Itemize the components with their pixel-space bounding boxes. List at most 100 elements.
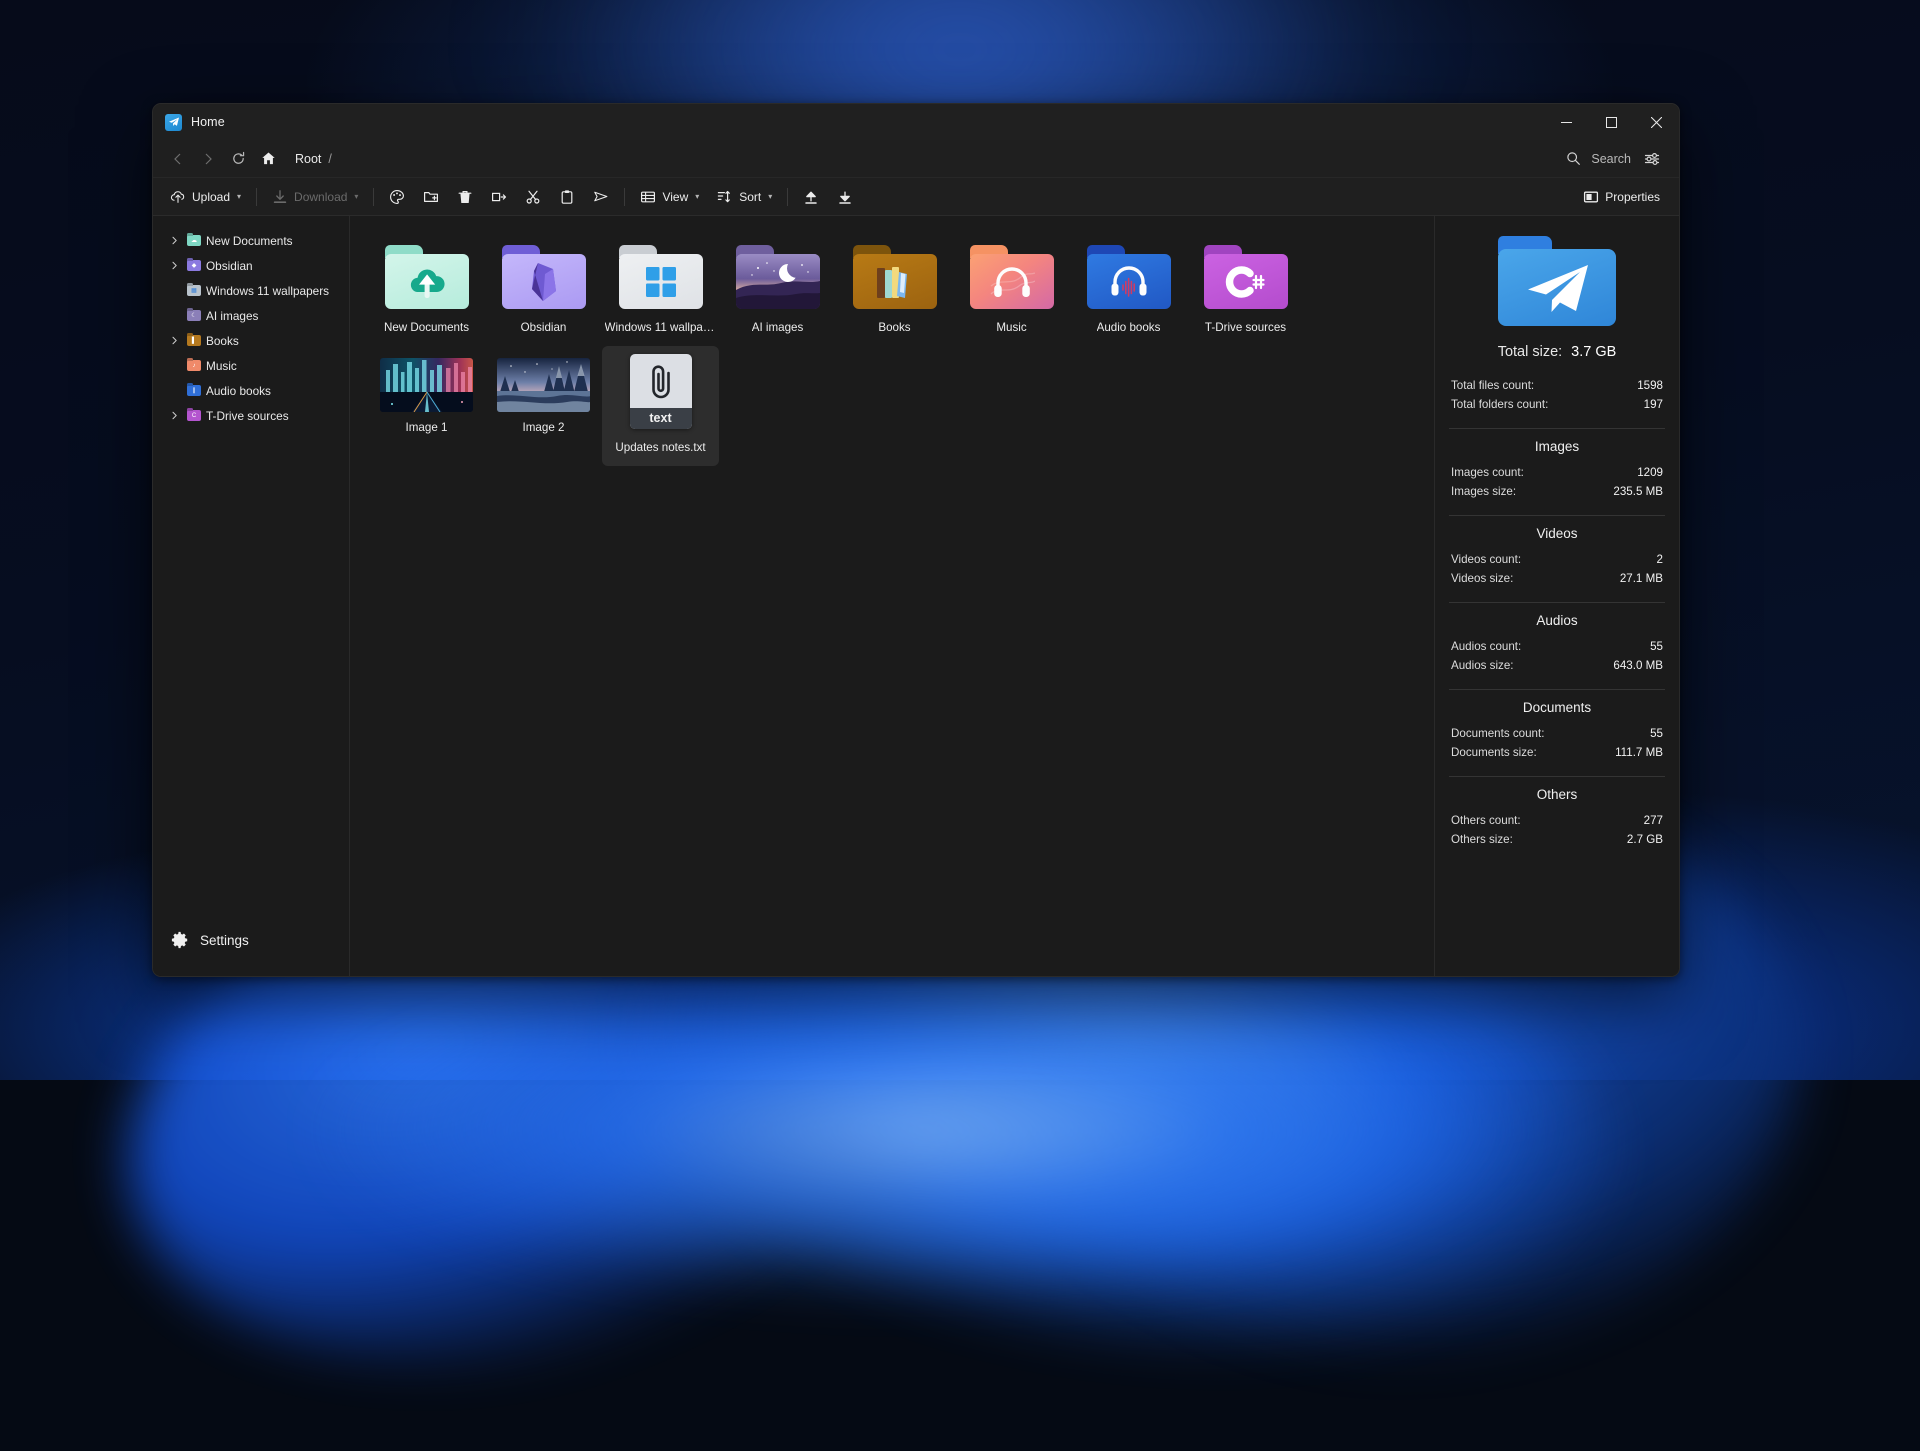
sidebar-item-t-drive-sources[interactable]: C T-Drive sources (159, 403, 343, 428)
breadcrumb-root[interactable]: Root (295, 152, 321, 166)
file-item-image-2[interactable]: Image 2 (485, 346, 602, 446)
section-title: Documents (1449, 700, 1665, 715)
home-button[interactable] (253, 145, 283, 173)
property-key: Images size: (1451, 485, 1516, 498)
file-label: T-Drive sources (1205, 321, 1286, 334)
folder-mini-icon: ▌ (187, 335, 201, 346)
send-button[interactable] (584, 183, 618, 211)
palette-button[interactable] (380, 183, 414, 211)
delete-icon (457, 189, 473, 205)
search-input[interactable]: Search (1591, 152, 1631, 166)
close-button[interactable] (1634, 104, 1679, 140)
sort-button[interactable]: Sort ▾ (708, 183, 781, 211)
divider (1449, 602, 1665, 603)
property-row: Videos size: 27.1 MB (1449, 569, 1665, 588)
refresh-button[interactable] (223, 145, 253, 173)
new-folder-button[interactable] (414, 183, 448, 211)
maximize-button[interactable] (1589, 104, 1634, 140)
mini-glyph: ∥ (193, 388, 196, 394)
sidebar-item-label: Obsidian (206, 259, 253, 273)
sidebar-item-label: New Documents (206, 234, 293, 248)
send-icon (593, 189, 609, 205)
property-key: Total files count: (1451, 379, 1534, 392)
download-arrow-button[interactable] (828, 183, 862, 211)
file-thumbnail (1082, 242, 1175, 312)
view-button[interactable]: View ▾ (631, 183, 708, 211)
search-box[interactable]: Search (1566, 151, 1631, 166)
property-value: 277 (1644, 814, 1663, 827)
headphones-art (970, 254, 1054, 309)
file-item-updates-notes[interactable]: text Updates notes.txt (602, 346, 719, 466)
cut-icon (525, 189, 541, 205)
rename-button[interactable] (482, 183, 516, 211)
filter-sliders-icon[interactable] (1637, 145, 1667, 173)
property-value: 1598 (1637, 379, 1663, 392)
properties-button[interactable]: Properties (1574, 183, 1669, 211)
folder-face (1204, 254, 1288, 309)
file-item-image-1[interactable]: Image 1 (368, 346, 485, 446)
cut-button[interactable] (516, 183, 550, 211)
file-item-audio-books[interactable]: Audio books (1070, 238, 1187, 346)
forward-button[interactable] (193, 145, 223, 173)
property-value: 2 (1657, 553, 1663, 566)
file-item-new-documents[interactable]: New Documents (368, 238, 485, 346)
minimize-button[interactable] (1544, 104, 1589, 140)
settings-button[interactable]: Settings (153, 920, 349, 960)
sidebar-item-windows-11-wallpapers[interactable]: ▦ Windows 11 wallpapers (159, 278, 343, 303)
sidebar-item-audio-books[interactable]: ∥ Audio books (159, 378, 343, 403)
folder-face (1087, 254, 1171, 309)
file-item-books[interactable]: Books (836, 238, 953, 346)
sidebar-item-label: AI images (206, 309, 258, 323)
file-item-music[interactable]: Music (953, 238, 1070, 346)
search-icon (1566, 151, 1581, 166)
property-row: Total files count: 1598 (1449, 376, 1665, 395)
property-row: Documents size: 111.7 MB (1449, 743, 1665, 762)
title-bar-left: Home (153, 114, 225, 131)
download-label: Download (294, 190, 347, 204)
upload-arrow-icon (803, 189, 819, 205)
file-label: Windows 11 wallpapers (605, 321, 717, 334)
chevron-right-icon[interactable] (167, 333, 182, 348)
file-item-t-drive-sources[interactable]: T-Drive sources (1187, 238, 1304, 346)
folder-mini-icon: ☁ (187, 235, 201, 246)
delete-button[interactable] (448, 183, 482, 211)
sidebar-item-books[interactable]: ▌ Books (159, 328, 343, 353)
property-key: Total folders count: (1451, 398, 1548, 411)
sidebar-item-label: Music (206, 359, 237, 373)
settings-label: Settings (200, 933, 249, 948)
divider (1449, 515, 1665, 516)
sidebar-item-obsidian[interactable]: ◆ Obsidian (159, 253, 343, 278)
sidebar-item-new-documents[interactable]: ☁ New Documents (159, 228, 343, 253)
document-card: text (630, 354, 692, 429)
file-item-ai-images[interactable]: AI images (719, 238, 836, 346)
property-value: 55 (1650, 727, 1663, 740)
audio-waves-art (1087, 254, 1171, 309)
cloud-upload-icon (170, 189, 186, 205)
sort-caret-icon: ▾ (768, 192, 772, 201)
chevron-right-icon[interactable] (167, 233, 182, 248)
view-list-icon (640, 189, 656, 205)
folder-mini-icon: ☾ (187, 310, 201, 321)
upload-arrow-button[interactable] (794, 183, 828, 211)
total-size-value: 3.7 GB (1571, 344, 1616, 360)
property-row: Total folders count: 197 (1449, 395, 1665, 414)
property-row: Images size: 235.5 MB (1449, 482, 1665, 501)
folder-icon-t-drive-sources (1204, 245, 1288, 309)
paste-button[interactable] (550, 183, 584, 211)
upload-button[interactable]: Upload ▾ (161, 183, 250, 211)
chevron-right-icon[interactable] (167, 408, 182, 423)
file-item-obsidian[interactable]: Obsidian (485, 238, 602, 346)
back-button[interactable] (163, 145, 193, 173)
sidebar-item-ai-images[interactable]: ☾ AI images (159, 303, 343, 328)
folder-icon-windows-11-wallpapers (619, 245, 703, 309)
mini-glyph: ▦ (191, 288, 197, 294)
file-grid-area[interactable]: New Documents (350, 216, 1434, 976)
property-row: Documents count: 55 (1449, 724, 1665, 743)
download-button[interactable]: Download ▾ (263, 183, 367, 211)
chevron-right-icon[interactable] (167, 258, 182, 273)
folder-icon-books (853, 245, 937, 309)
property-key: Documents size: (1451, 746, 1537, 759)
file-item-windows-11-wallpapers[interactable]: Windows 11 wallpapers (602, 238, 719, 346)
property-value: 27.1 MB (1620, 572, 1663, 585)
sidebar-item-music[interactable]: ♪ Music (159, 353, 343, 378)
